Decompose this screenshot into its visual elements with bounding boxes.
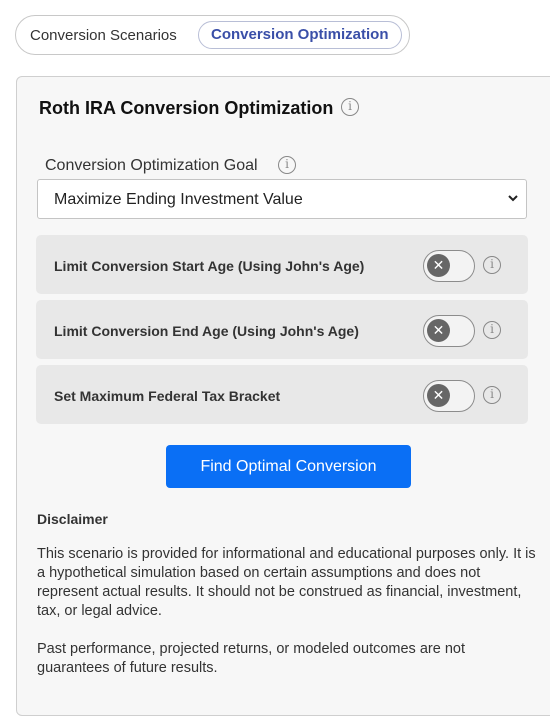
goal-label: Conversion Optimization Goal	[45, 157, 258, 174]
option-row-end-age: Limit Conversion End Age (Using John's A…	[36, 300, 528, 359]
disclaimer-title: Disclaimer	[37, 511, 108, 527]
info-icon[interactable]: i	[483, 321, 501, 339]
goal-select-value: Maximize Ending Investment Value	[54, 191, 303, 208]
panel-title: Roth IRA Conversion Optimization	[39, 98, 334, 118]
close-icon: ✕	[427, 254, 450, 277]
optimization-panel: Roth IRA Conversion Optimization i Conve…	[16, 76, 550, 716]
find-optimal-conversion-button[interactable]: Find Optimal Conversion	[166, 445, 411, 488]
option-label: Limit Conversion End Age (Using John's A…	[54, 323, 359, 339]
info-icon[interactable]: i	[483, 256, 501, 274]
option-label: Set Maximum Federal Tax Bracket	[54, 388, 281, 404]
tax-bracket-toggle[interactable]: ✕	[423, 380, 475, 412]
start-age-toggle[interactable]: ✕	[423, 250, 475, 282]
tab-conversion-optimization[interactable]: Conversion Optimization	[198, 21, 402, 49]
option-row-start-age: Limit Conversion Start Age (Using John's…	[36, 235, 528, 294]
info-icon[interactable]: i	[483, 386, 501, 404]
end-age-toggle[interactable]: ✕	[423, 315, 475, 347]
close-icon: ✕	[427, 319, 450, 342]
disclaimer-text: This scenario is provided for informatio…	[37, 545, 537, 697]
disclaimer-paragraph: Past performance, projected returns, or …	[37, 641, 465, 676]
option-row-tax-bracket: Set Maximum Federal Tax Bracket ✕ i	[36, 365, 528, 424]
disclaimer-paragraph: This scenario is provided for informatio…	[37, 546, 536, 619]
option-label: Limit Conversion Start Age (Using John's…	[54, 258, 365, 274]
tab-conversion-scenarios[interactable]: Conversion Scenarios	[30, 27, 177, 44]
goal-info-icon[interactable]: i	[278, 156, 296, 174]
close-icon: ✕	[427, 384, 450, 407]
tab-group: Conversion Scenarios Conversion Optimiza…	[15, 15, 410, 55]
info-icon[interactable]: i	[341, 98, 359, 116]
chevron-down-icon	[508, 195, 518, 202]
goal-select[interactable]: Maximize Ending Investment Value	[37, 179, 527, 219]
